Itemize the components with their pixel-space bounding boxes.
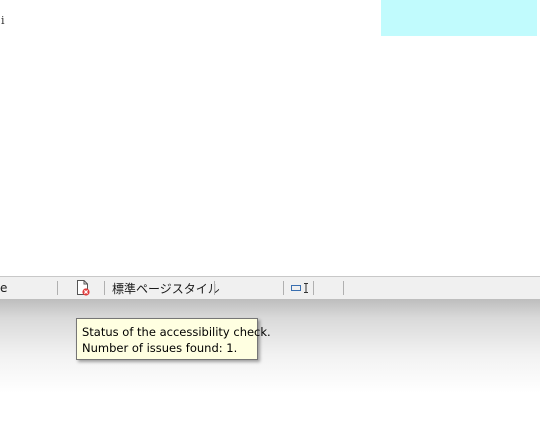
status-bar-separator	[313, 281, 314, 295]
selection-mode-icon	[291, 283, 308, 293]
status-bar-separator	[104, 281, 105, 295]
status-bar: e 標準ページスタイル	[0, 276, 540, 299]
highlighted-cell	[381, 0, 537, 36]
selection-mode-button[interactable]	[291, 277, 311, 299]
status-bar-separator	[214, 281, 215, 295]
status-bar-separator	[57, 281, 58, 295]
status-bar-left-text: e	[0, 281, 8, 295]
document-error-icon	[77, 280, 90, 296]
status-bar-separator	[283, 281, 284, 295]
document-canvas[interactable]: i	[0, 0, 540, 276]
accessibility-tooltip: Status of the accessibility check. Numbe…	[76, 318, 271, 360]
page-style-indicator[interactable]: 標準ページスタイル	[112, 277, 220, 299]
document-text-fragment: i	[1, 14, 5, 27]
tooltip-line-status: Status of the accessibility check.	[82, 325, 271, 339]
tooltip-line-issues: Number of issues found: 1.	[82, 341, 238, 355]
accessibility-check-button[interactable]	[74, 277, 92, 299]
status-bar-separator	[343, 281, 344, 295]
